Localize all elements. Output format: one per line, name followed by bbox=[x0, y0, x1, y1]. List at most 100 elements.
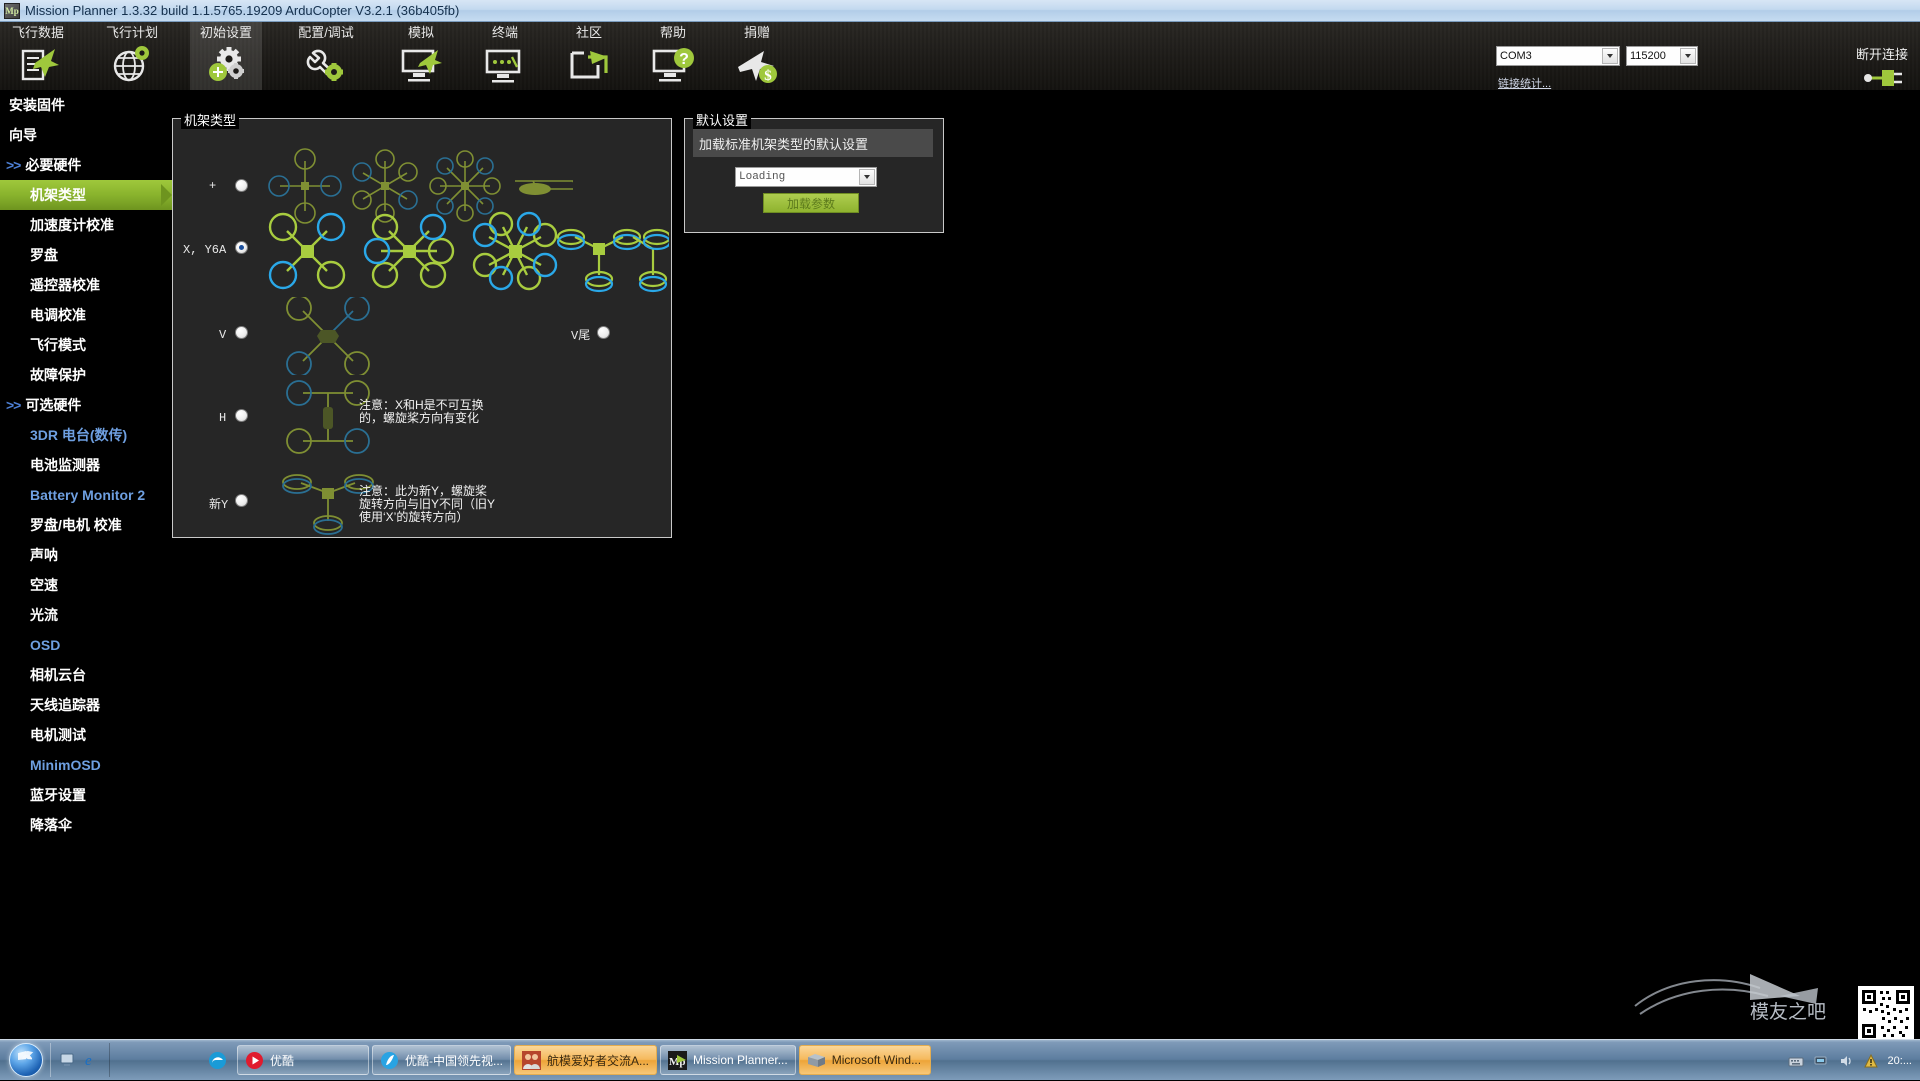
toolbar-terminal[interactable]: 终端 bbox=[474, 22, 536, 90]
link-stats-link[interactable]: 链接统计... bbox=[1498, 75, 1551, 91]
internet-explorer-icon[interactable]: e bbox=[83, 1051, 101, 1069]
chevron-right-icon: >> bbox=[6, 157, 20, 173]
youku-icon bbox=[245, 1051, 264, 1070]
mission-planner-icon: Mp bbox=[668, 1051, 687, 1070]
config-tuning-icon bbox=[303, 43, 349, 87]
connection-controls: COM3 115200 链接统计... 断开连接 bbox=[1494, 22, 1914, 90]
frame-row-plus-radio[interactable] bbox=[235, 179, 248, 192]
toolbar-simulation[interactable]: 模拟 bbox=[390, 22, 452, 90]
sidebar-item-label: 空速 bbox=[30, 575, 58, 595]
frame-row-h-radio[interactable] bbox=[235, 409, 248, 422]
taskbar-button-label: 优酷-中国领先视... bbox=[405, 1052, 503, 1069]
qr-code bbox=[1858, 986, 1914, 1042]
taskbar-button-3[interactable]: 航模爱好者交流A... bbox=[514, 1045, 657, 1075]
default-frame-select[interactable]: Loading bbox=[735, 167, 877, 187]
frame-row-newy-label: 新Y bbox=[209, 495, 228, 512]
taskbar-button-4[interactable]: MpMission Planner... bbox=[660, 1045, 796, 1075]
sidebar-item-label: 3DR 电台(数传) bbox=[30, 425, 127, 445]
sidebar-item-0[interactable]: 安装固件 bbox=[0, 90, 172, 120]
sidebar-item-12[interactable]: 电池监测器 bbox=[0, 450, 172, 480]
toolbar-flight-plan[interactable]: 飞行计划 bbox=[96, 22, 168, 90]
sidebar-item-8[interactable]: 飞行模式 bbox=[0, 330, 172, 360]
selection-arrow-icon bbox=[161, 184, 172, 206]
load-params-button[interactable]: 加载参数 bbox=[763, 193, 859, 213]
sidebar-item-16[interactable]: 空速 bbox=[0, 570, 172, 600]
sidebar-item-6[interactable]: 遥控器校准 bbox=[0, 270, 172, 300]
watermark-text: 模友之吧 bbox=[1750, 1001, 1826, 1023]
plug-icon[interactable] bbox=[1860, 66, 1904, 90]
volume-icon[interactable] bbox=[1838, 1053, 1854, 1069]
sidebar-item-23[interactable]: 蓝牙设置 bbox=[0, 780, 172, 810]
sidebar-item-11[interactable]: 3DR 电台(数传) bbox=[0, 420, 172, 450]
sidebar-item-22[interactable]: MinimOSD bbox=[0, 750, 172, 780]
frame-row-x-label: X, Y6A bbox=[183, 243, 226, 257]
sidebar-item-20[interactable]: 天线追踪器 bbox=[0, 690, 172, 720]
baud-rate-select[interactable]: 115200 bbox=[1626, 46, 1698, 66]
sidebar-item-label: MinimOSD bbox=[30, 757, 101, 773]
toolbar-flight-data[interactable]: 飞行数据 bbox=[2, 22, 74, 90]
application-window: 飞行数据 飞行计划 初始设置 配置/调试 bbox=[0, 22, 1920, 1050]
default-settings-description: 加载标准机架类型的默认设置 bbox=[693, 129, 933, 157]
keyboard-icon[interactable] bbox=[1788, 1053, 1804, 1069]
vtail-label: V尾 bbox=[571, 326, 590, 343]
network-icon[interactable] bbox=[1813, 1053, 1829, 1069]
frame-row-plus-label: + bbox=[209, 179, 216, 193]
toolbar-config-tuning[interactable]: 配置/调试 bbox=[284, 22, 368, 90]
toolbar-initial-setup[interactable]: 初始设置 bbox=[190, 22, 262, 90]
sidebar-item-4[interactable]: 加速度计校准 bbox=[0, 210, 172, 240]
taskbar-button-5[interactable]: Microsoft Wind... bbox=[799, 1045, 931, 1075]
frame-v-diagram bbox=[273, 297, 393, 375]
action-center-icon[interactable] bbox=[1863, 1053, 1879, 1069]
sidebar-item-18[interactable]: OSD bbox=[0, 630, 172, 660]
system-tray: 20:... bbox=[1788, 1040, 1920, 1081]
edge-icon bbox=[208, 1051, 227, 1070]
sidebar-item-7[interactable]: 电调校准 bbox=[0, 300, 172, 330]
sidebar-item-2[interactable]: >>必要硬件 bbox=[0, 150, 172, 180]
sidebar-item-21[interactable]: 电机测试 bbox=[0, 720, 172, 750]
help-icon: ? bbox=[650, 43, 696, 87]
vtail-radio[interactable] bbox=[597, 326, 610, 339]
taskbar-button-label: 航模爱好者交流A... bbox=[547, 1052, 649, 1069]
sidebar-item-15[interactable]: 声呐 bbox=[0, 540, 172, 570]
taskbar-button-1[interactable]: 优酷 bbox=[237, 1045, 369, 1075]
frame-row-x-radio[interactable] bbox=[235, 241, 248, 254]
toolbar-community[interactable]: 社区 bbox=[558, 22, 620, 90]
start-button[interactable] bbox=[2, 1041, 50, 1079]
sidebar-item-label: OSD bbox=[30, 637, 60, 653]
taskbar-button-2[interactable]: 优酷-中国领先视... bbox=[372, 1045, 511, 1075]
taskbar-clock[interactable]: 20:... bbox=[1888, 1055, 1912, 1067]
sidebar-item-19[interactable]: 相机云台 bbox=[0, 660, 172, 690]
svg-text:$: $ bbox=[764, 68, 772, 84]
sidebar-item-3[interactable]: 机架类型 bbox=[0, 180, 172, 210]
people-icon bbox=[522, 1051, 541, 1070]
toolbar-donate[interactable]: 捐赠 $ bbox=[726, 22, 788, 90]
sidebar-item-9[interactable]: 故障保护 bbox=[0, 360, 172, 390]
toolbar-label: 社区 bbox=[576, 24, 602, 43]
show-desktop-icon[interactable] bbox=[59, 1051, 77, 1069]
default-settings-groupbox: 默认设置 加载标准机架类型的默认设置 Loading 加载参数 bbox=[684, 118, 944, 233]
sidebar-item-24[interactable]: 降落伞 bbox=[0, 810, 172, 840]
sidebar-item-5[interactable]: 罗盘 bbox=[0, 240, 172, 270]
frame-row-v-label: V bbox=[219, 328, 226, 342]
chevron-down-icon[interactable] bbox=[1602, 48, 1618, 64]
chevron-down-icon[interactable] bbox=[859, 169, 875, 185]
taskbar-button-0[interactable] bbox=[200, 1045, 234, 1075]
frame-row-newy-radio[interactable] bbox=[235, 494, 248, 507]
sidebar-item-10[interactable]: >>可选硬件 bbox=[0, 390, 172, 420]
sidebar-item-1[interactable]: 向导 bbox=[0, 120, 172, 150]
sidebar-item-17[interactable]: 光流 bbox=[0, 600, 172, 630]
sidebar-item-14[interactable]: 罗盘/电机 校准 bbox=[0, 510, 172, 540]
sidebar-item-label: 加速度计校准 bbox=[30, 215, 114, 235]
window-title: Mission Planner 1.3.32 build 1.1.5765.19… bbox=[25, 3, 459, 18]
helicopter-icon bbox=[515, 181, 573, 195]
frame-row-v-radio[interactable] bbox=[235, 326, 248, 339]
sidebar-item-13[interactable]: Battery Monitor 2 bbox=[0, 480, 172, 510]
toolbar-label: 飞行计划 bbox=[106, 24, 158, 43]
taskbar-button-label: Microsoft Wind... bbox=[832, 1053, 921, 1067]
chevron-down-icon[interactable] bbox=[1680, 48, 1696, 64]
sidebar-item-label: 降落伞 bbox=[30, 815, 72, 835]
toolbar-label: 终端 bbox=[492, 24, 518, 43]
toolbar-help[interactable]: 帮助 ? bbox=[642, 22, 704, 90]
toolbar-label: 初始设置 bbox=[200, 24, 252, 43]
serial-port-select[interactable]: COM3 bbox=[1496, 46, 1620, 66]
